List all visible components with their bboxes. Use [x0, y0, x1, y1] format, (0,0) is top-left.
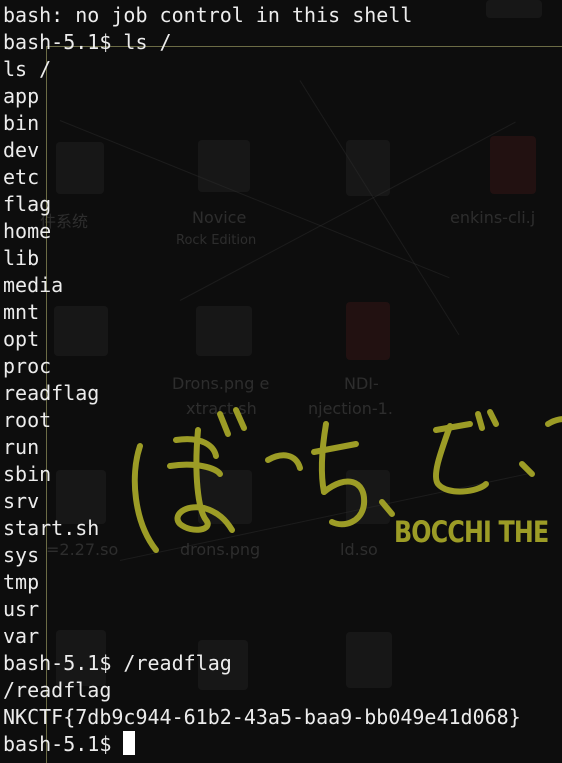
terminal-lines: bash: no job control in this shell bash-5…	[3, 2, 562, 731]
terminal-line: /readflag	[3, 678, 112, 702]
terminal-line: var	[3, 624, 40, 648]
screen: 件系统 Novice Rock Edition enkins-cli.j Dro…	[0, 0, 562, 763]
terminal-line: home	[3, 219, 52, 243]
terminal-line: srv	[3, 489, 40, 513]
terminal-line: usr	[3, 597, 40, 621]
terminal-line: flag	[3, 192, 52, 216]
terminal-input-row[interactable]: bash-5.1$	[3, 731, 562, 758]
terminal-line: run	[3, 435, 40, 459]
terminal-line: ls /	[3, 57, 52, 81]
terminal-line: start.sh	[3, 516, 100, 540]
terminal-line: app	[3, 84, 40, 108]
terminal-line: tmp	[3, 570, 40, 594]
terminal-line: media	[3, 273, 64, 297]
text-cursor	[123, 731, 136, 755]
terminal-line: proc	[3, 354, 52, 378]
terminal-output[interactable]: bash: no job control in this shell bash-5…	[3, 2, 562, 762]
terminal-line: etc	[3, 165, 40, 189]
terminal-line: dev	[3, 138, 40, 162]
terminal-line: bash-5.1$ /readflag	[3, 651, 232, 675]
terminal-line: sbin	[3, 462, 52, 486]
terminal-line: bash-5.1$ ls /	[3, 30, 172, 54]
terminal-line: lib	[3, 246, 40, 270]
terminal-line: bin	[3, 111, 40, 135]
terminal-line: bash: no job control in this shell	[3, 3, 413, 27]
terminal-line: root	[3, 408, 52, 432]
terminal-prompt: bash-5.1$	[3, 732, 124, 756]
terminal-line: NKCTF{7db9c944-61b2-43a5-baa9-bb049e41d0…	[3, 705, 521, 729]
terminal-line: mnt	[3, 300, 40, 324]
terminal-line: opt	[3, 327, 40, 351]
terminal-line: sys	[3, 543, 40, 567]
terminal-line: readflag	[3, 381, 100, 405]
